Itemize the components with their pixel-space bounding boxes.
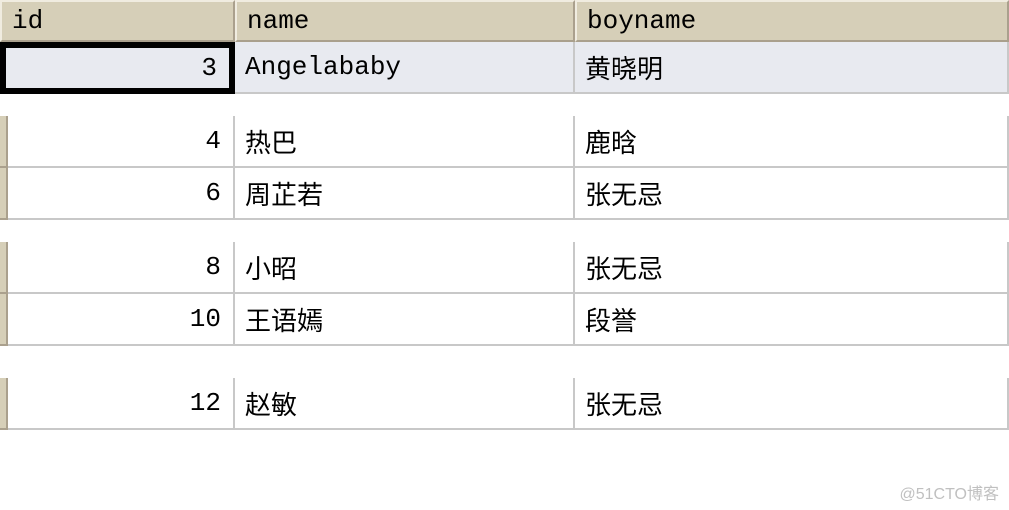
cell-boyname[interactable]: 黄晓明: [575, 42, 1009, 94]
cell-boyname[interactable]: 张无忌: [575, 378, 1009, 430]
cell-id[interactable]: 10: [8, 294, 235, 346]
cell-id[interactable]: 4: [8, 116, 235, 168]
cell-name[interactable]: Angelababy: [235, 42, 575, 94]
header-name[interactable]: name: [235, 0, 575, 42]
row-handle[interactable]: [0, 378, 8, 430]
cell-boyname[interactable]: 张无忌: [575, 168, 1009, 220]
cell-name[interactable]: 王语嫣: [235, 294, 575, 346]
table-row[interactable]: 10 王语嫣 段誉: [8, 294, 1009, 346]
cell-name[interactable]: 赵敏: [235, 378, 575, 430]
table-row[interactable]: 12 赵敏 张无忌: [8, 378, 1009, 430]
gap: [0, 94, 1009, 116]
cell-name[interactable]: 周芷若: [235, 168, 575, 220]
header-boyname[interactable]: boyname: [575, 0, 1009, 42]
table-row[interactable]: 3 Angelababy 黄晓明: [0, 42, 1009, 94]
row-handle[interactable]: [0, 168, 8, 220]
cell-id[interactable]: 12: [8, 378, 235, 430]
table-row[interactable]: 4 热巴 鹿晗: [8, 116, 1009, 168]
cell-name[interactable]: 小昭: [235, 242, 575, 294]
watermark-text: @51CTO博客: [899, 480, 999, 504]
cell-boyname[interactable]: 张无忌: [575, 242, 1009, 294]
cell-boyname[interactable]: 段誉: [575, 294, 1009, 346]
table-row[interactable]: 6 周芷若 张无忌: [8, 168, 1009, 220]
row-handle[interactable]: [0, 294, 8, 346]
row-handle[interactable]: [0, 242, 8, 294]
cell-id[interactable]: 8: [8, 242, 235, 294]
cell-boyname[interactable]: 鹿晗: [575, 116, 1009, 168]
cell-id[interactable]: 6: [8, 168, 235, 220]
table-header-row: id name boyname: [0, 0, 1009, 42]
header-id[interactable]: id: [0, 0, 235, 42]
table-row[interactable]: 8 小昭 张无忌: [8, 242, 1009, 294]
gap: [0, 346, 1009, 378]
gap: [0, 220, 1009, 242]
row-handle[interactable]: [0, 116, 8, 168]
cell-id-selected[interactable]: 3: [0, 42, 235, 94]
cell-name[interactable]: 热巴: [235, 116, 575, 168]
query-result-table: id name boyname 3 Angelababy 黄晓明 4 热巴 鹿晗…: [0, 0, 1009, 430]
